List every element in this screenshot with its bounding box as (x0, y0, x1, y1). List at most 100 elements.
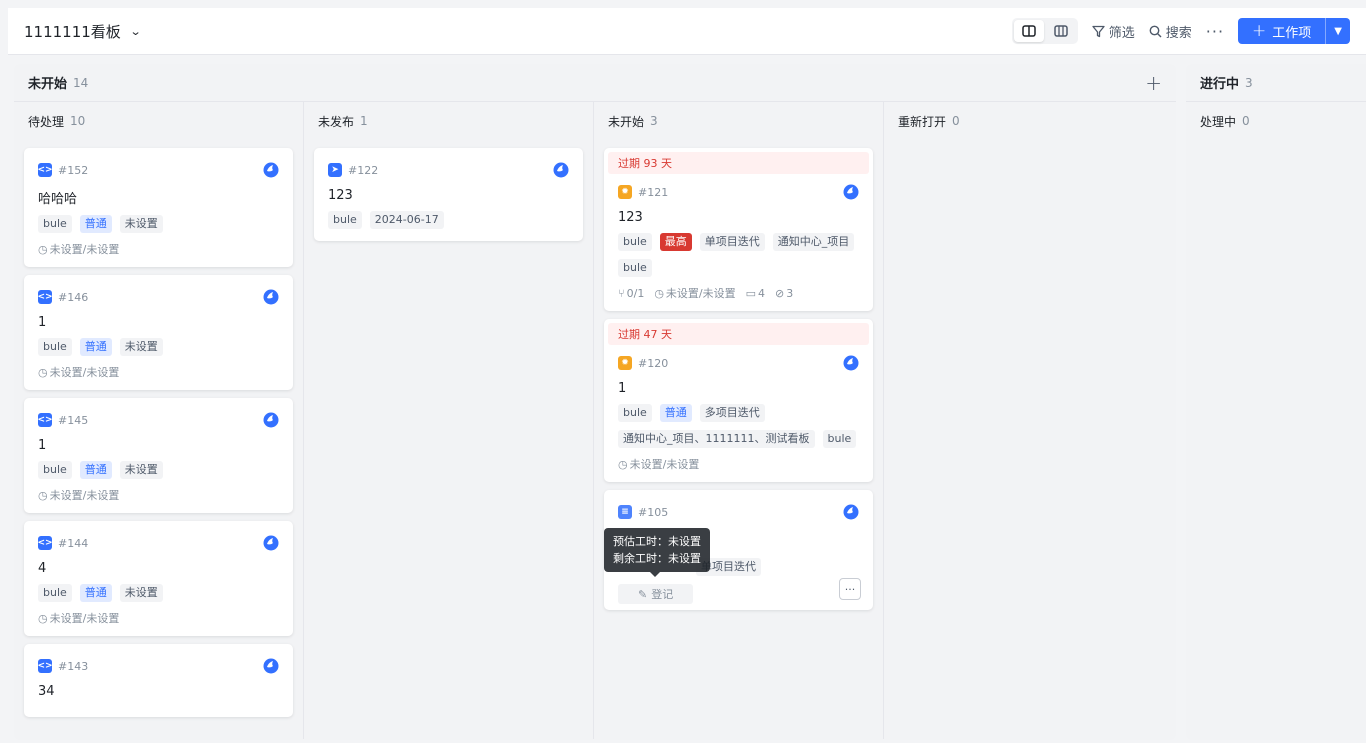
search-label: 搜索 (1165, 25, 1192, 41)
code-type-icon: <> (37, 659, 53, 673)
tag: bule (38, 461, 72, 479)
assignee-avatar-icon[interactable] (843, 184, 859, 200)
iteration-tag: 单项目迭代 (699, 233, 765, 251)
project-tag: 通知中心_项目、1111111、测试看板 (618, 430, 815, 448)
more-icon[interactable]: ··· (1206, 22, 1224, 41)
assignee-avatar-icon[interactable] (263, 289, 279, 305)
group-name: 进行中 (1200, 77, 1240, 92)
new-work-item-main[interactable]: + 工作项 (1238, 18, 1325, 44)
work-item-card[interactable]: <> #143 34 (24, 644, 293, 717)
tag: bule (38, 338, 72, 356)
log-label: 登记 (651, 588, 674, 601)
column-name: 重新打开 (898, 114, 947, 129)
card-id: #145 (58, 413, 89, 427)
subtask-meta: ⑂ 0/1 (618, 286, 645, 300)
project-tag: 通知中心_项目 (772, 233, 855, 251)
group-name: 未开始 (28, 77, 68, 92)
assignee-avatar-icon[interactable] (263, 658, 279, 674)
assignee-avatar-icon[interactable] (553, 162, 569, 178)
column-reopened: 重新打开 0 (884, 102, 1176, 739)
clock-icon: ◷ (38, 365, 48, 379)
pencil-icon: ✎ (638, 587, 648, 601)
card-title: 哈哈哈 (38, 192, 78, 207)
work-item-card[interactable]: <> #144 4 bule 普通 未设置 ◷ 未设置/未设置 (24, 521, 293, 636)
code-type-icon: <> (37, 290, 53, 304)
card-id: #120 (638, 356, 669, 370)
document-type-icon: ≡ (618, 505, 632, 519)
bug-type-icon: ✹ (618, 185, 632, 199)
comment-meta: ▭ 4 (745, 286, 766, 300)
card-id: #144 (58, 536, 89, 550)
priority-tag: 普通 (79, 215, 112, 233)
tag: bule (822, 430, 857, 448)
chevron-down-icon[interactable]: ▼ (1325, 18, 1350, 44)
assignee-avatar-icon[interactable] (843, 355, 859, 371)
schedule-meta: ◷ 未设置/未设置 (38, 611, 120, 626)
comment-icon: ▭ (745, 286, 757, 300)
work-item-card[interactable]: 过期 47 天 ✹ #120 1 bule 普通 多项目迭代 通知中心_项目、1… (604, 319, 873, 482)
work-hours-tooltip: 预估工时：未设置 剩余工时：未设置 (604, 528, 710, 577)
filter-button[interactable]: 筛选 (1092, 22, 1135, 41)
swimlane-group-not-started: 未开始 14 + 待处理 10 <> #152 哈哈哈 bule 普通 未设置 (14, 64, 1176, 740)
column-header: 重新打开 0 (894, 102, 1166, 140)
clock-icon: ◷ (618, 457, 628, 471)
card-title: 123 (328, 188, 353, 203)
card-more-button[interactable]: ··· (839, 578, 861, 600)
search-button[interactable]: 搜索 (1149, 22, 1192, 41)
board-title-dropdown[interactable]: 1111111看板 ⌄ (24, 21, 141, 42)
column-name: 处理中 (1200, 114, 1237, 129)
column-count: 3 (650, 114, 658, 128)
column-unreleased: 未发布 1 ➤ #122 123 bule 2024-06-17 (304, 102, 594, 739)
code-type-icon: <> (37, 163, 53, 177)
column-header: 处理中 0 (1196, 102, 1356, 140)
three-column-icon (1053, 25, 1068, 37)
priority-tag: 最高 (659, 233, 692, 251)
log-hours-button[interactable]: ✎ 登记 (618, 584, 694, 604)
remaining-hours: 剩余工时：未设置 (613, 552, 701, 565)
clock-icon: ◷ (38, 242, 48, 256)
add-icon[interactable]: + (1145, 71, 1162, 95)
work-item-card[interactable]: <> #152 哈哈哈 bule 普通 未设置 ◷ 未设置/未设置 (24, 148, 293, 267)
new-work-item-button[interactable]: + 工作项 ▼ (1238, 18, 1350, 44)
tag: 未设置 (119, 461, 163, 479)
card-title: 1 (38, 315, 47, 330)
work-item-card[interactable]: ≡ #105 单项目迭代 预估工时：未设置 剩余工时：未设置 ✎ 登记 ··· (604, 490, 873, 610)
tag: bule (618, 404, 652, 422)
clock-icon: ◷ (654, 286, 664, 300)
card-id: #121 (638, 185, 669, 199)
swimlane-group-in-progress: 进行中 3 处理中 0 (1186, 64, 1366, 740)
card-id: #143 (58, 659, 89, 673)
schedule-meta: ◷ 未设置/未设置 (38, 365, 120, 380)
work-item-card[interactable]: <> #146 1 bule 普通 未设置 ◷ 未设置/未设置 (24, 275, 293, 390)
estimated-hours: 预估工时：未设置 (613, 535, 701, 548)
tag: bule (328, 211, 362, 229)
column-not-started: 未开始 3 过期 93 天 ✹ #121 123 bule 最高 单项目迭代 通… (594, 102, 884, 739)
board-title: 1111111看板 (24, 22, 121, 41)
card-title: 1 (618, 381, 627, 396)
column-processing: 处理中 0 (1186, 102, 1366, 739)
card-id: #146 (58, 290, 89, 304)
three-column-view-button[interactable] (1046, 20, 1076, 42)
assignee-avatar-icon[interactable] (843, 504, 859, 520)
date-tag: 2024-06-17 (369, 211, 444, 229)
group-count: 3 (1245, 75, 1253, 90)
column-header: 待处理 10 (24, 102, 293, 140)
work-item-card[interactable]: <> #145 1 bule 普通 未设置 ◷ 未设置/未设置 (24, 398, 293, 513)
column-count: 1 (360, 114, 368, 128)
filter-label: 筛选 (1108, 25, 1135, 41)
work-item-card[interactable]: 过期 93 天 ✹ #121 123 bule 最高 单项目迭代 通知中心_项目… (604, 148, 873, 311)
work-item-card[interactable]: ➤ #122 123 bule 2024-06-17 (314, 148, 583, 241)
more-icon: ··· (844, 582, 856, 596)
two-column-view-button[interactable] (1013, 20, 1044, 42)
assignee-avatar-icon[interactable] (263, 162, 279, 178)
column-count: 0 (952, 114, 960, 128)
tag: 未设置 (119, 338, 163, 356)
subtask-icon: ⑂ (618, 286, 625, 300)
group-count: 14 (73, 75, 89, 90)
schedule-meta: ◷ 未设置/未设置 (654, 286, 736, 301)
assignee-avatar-icon[interactable] (263, 535, 279, 551)
card-title: 34 (38, 684, 55, 699)
assignee-avatar-icon[interactable] (263, 412, 279, 428)
code-type-icon: <> (37, 536, 53, 550)
overdue-banner: 过期 93 天 (608, 152, 869, 174)
